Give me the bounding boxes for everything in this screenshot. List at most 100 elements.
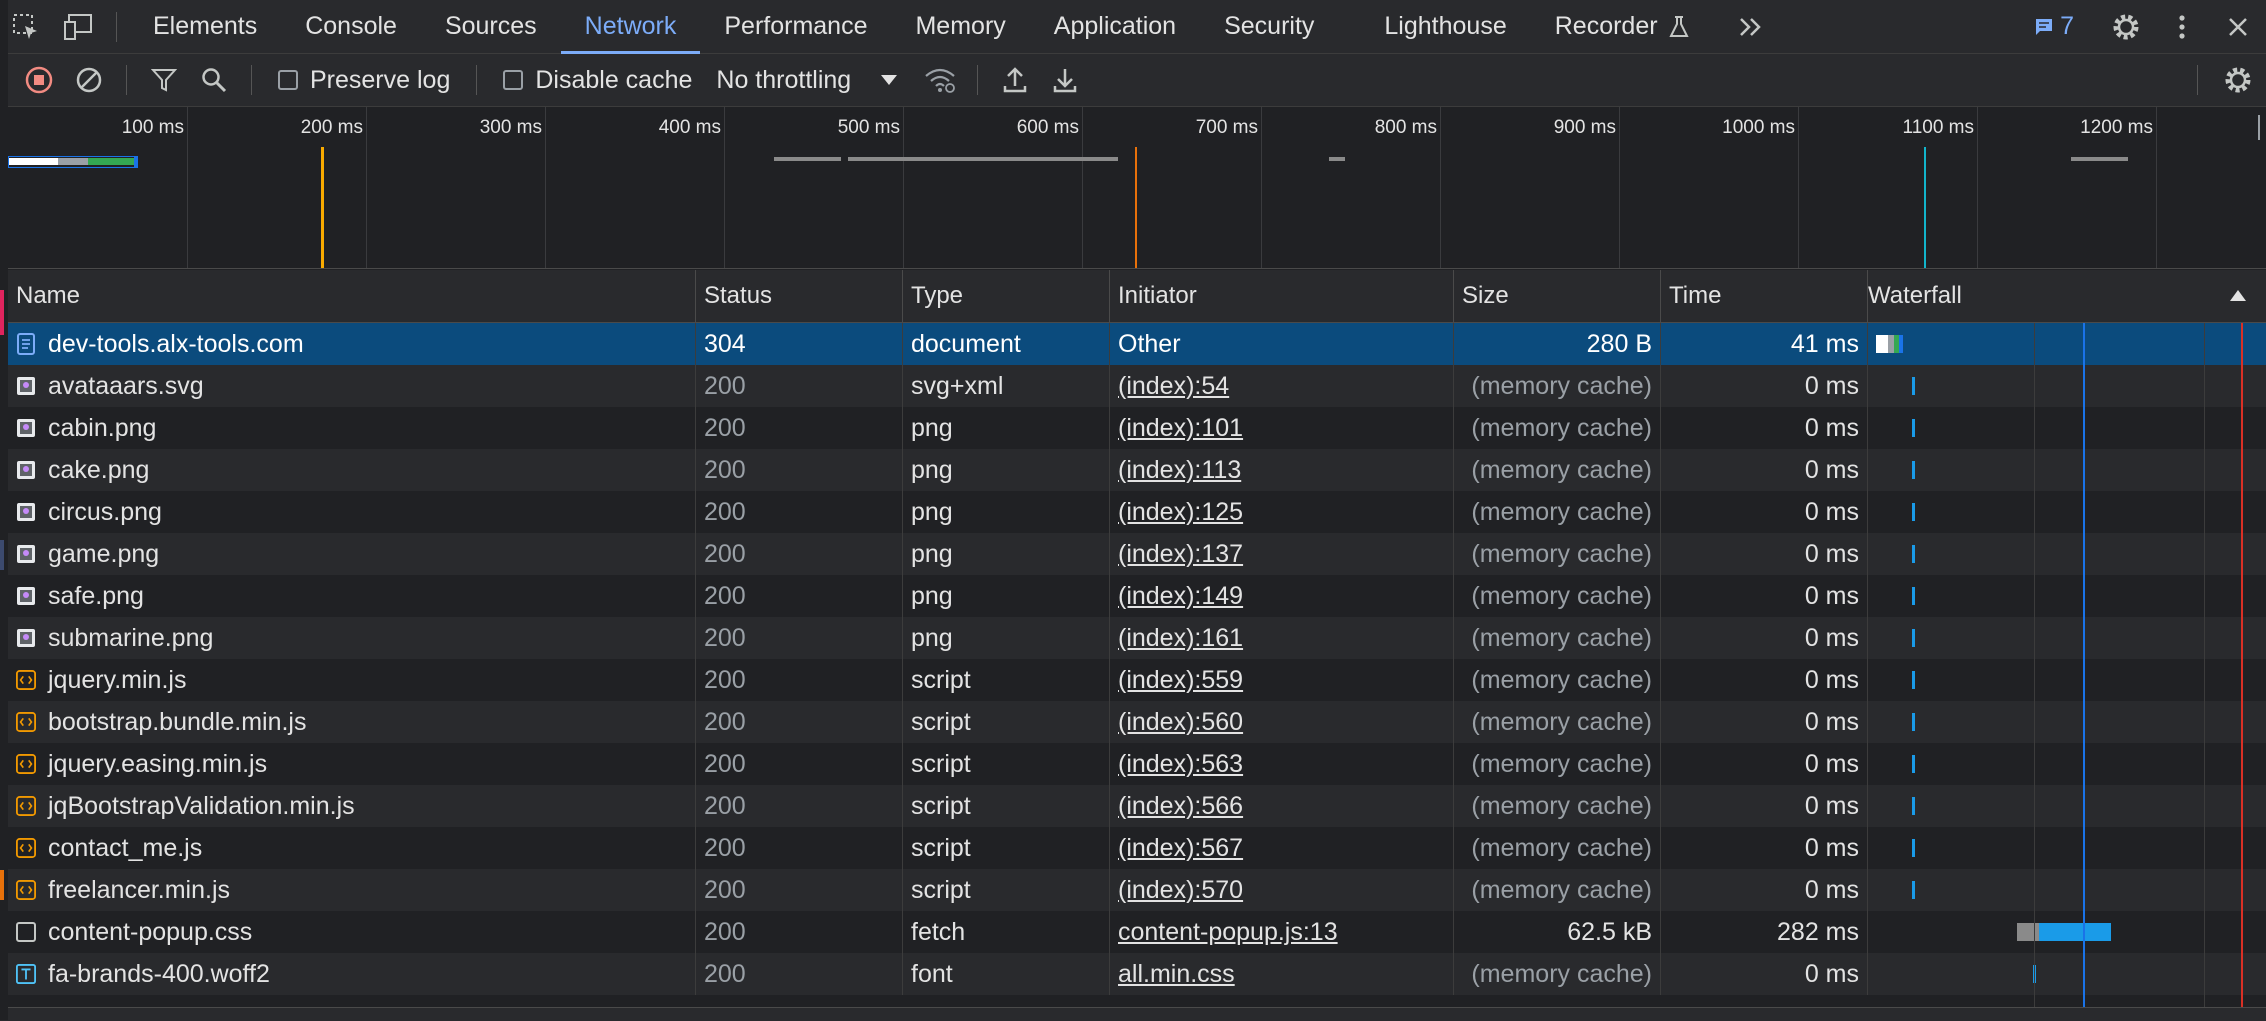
column-header-waterfall[interactable]: Waterfall bbox=[1868, 270, 2266, 322]
preserve-log-box[interactable] bbox=[278, 70, 298, 90]
more-tabs-icon[interactable] bbox=[1714, 0, 1788, 53]
column-header-initiator[interactable]: Initiator bbox=[1110, 270, 1454, 322]
cell-waterfall[interactable] bbox=[1868, 953, 2266, 995]
cell-name[interactable]: game.png bbox=[8, 533, 696, 575]
cell-waterfall[interactable] bbox=[1868, 785, 2266, 827]
initiator-link[interactable]: all.min.css bbox=[1118, 960, 1235, 989]
tab-memory[interactable]: Memory bbox=[891, 0, 1029, 53]
request-row[interactable]: jquery.easing.min.js 200 script (index):563… bbox=[8, 743, 2266, 785]
cell-waterfall[interactable] bbox=[1868, 323, 2266, 365]
request-row[interactable]: bootstrap.bundle.min.js 200 script (index):… bbox=[8, 701, 2266, 743]
request-row[interactable]: submarine.png 200 png (index):161 (memory ca… bbox=[8, 617, 2266, 659]
cell-name[interactable]: jqBootstrapValidation.min.js bbox=[8, 785, 696, 827]
close-icon[interactable] bbox=[2210, 0, 2266, 53]
request-row[interactable]: cabin.png 200 png (index):101 (memory cache)… bbox=[8, 407, 2266, 449]
export-har-icon[interactable] bbox=[1040, 54, 1090, 106]
initiator-link[interactable]: content-popup.js:13 bbox=[1118, 918, 1338, 947]
cell-name[interactable]: dev-tools.alx-tools.com bbox=[8, 323, 696, 365]
cell-name[interactable]: circus.png bbox=[8, 491, 696, 533]
initiator-link[interactable]: (index):560 bbox=[1118, 708, 1243, 737]
initiator-link[interactable]: (index):101 bbox=[1118, 414, 1243, 443]
request-row[interactable]: jqBootstrapValidation.min.js 200 script (in… bbox=[8, 785, 2266, 827]
request-row[interactable]: circus.png 200 png (index):125 (memory cache… bbox=[8, 491, 2266, 533]
cell-waterfall[interactable] bbox=[1868, 617, 2266, 659]
cell-name[interactable]: safe.png bbox=[8, 575, 696, 617]
tab-console[interactable]: Console bbox=[281, 0, 421, 53]
initiator-link[interactable]: (index):570 bbox=[1118, 876, 1243, 905]
tab-sources[interactable]: Sources bbox=[421, 0, 561, 53]
initiator-link[interactable]: (index):567 bbox=[1118, 834, 1243, 863]
initiator-link[interactable]: (index):559 bbox=[1118, 666, 1243, 695]
import-har-icon[interactable] bbox=[990, 54, 1040, 106]
more-options-icon[interactable] bbox=[2154, 0, 2210, 53]
column-header-size[interactable]: Size bbox=[1454, 270, 1661, 322]
initiator-link[interactable]: (index):161 bbox=[1118, 624, 1243, 653]
initiator-link[interactable]: (index):137 bbox=[1118, 540, 1243, 569]
cell-waterfall[interactable] bbox=[1868, 575, 2266, 617]
cell-name[interactable]: content-popup.css bbox=[8, 911, 696, 953]
filter-icon[interactable] bbox=[139, 54, 189, 106]
tab-lighthouse[interactable]: Lighthouse bbox=[1338, 0, 1530, 53]
tab-security[interactable]: Security bbox=[1200, 0, 1338, 53]
column-header-time[interactable]: Time bbox=[1661, 270, 1868, 322]
disable-cache-box[interactable] bbox=[503, 70, 524, 90]
cell-waterfall[interactable] bbox=[1868, 659, 2266, 701]
request-row[interactable]: fa-brands-400.woff2 200 font all.min.css (me… bbox=[8, 953, 2266, 995]
cell-name[interactable]: jquery.easing.min.js bbox=[8, 743, 696, 785]
cell-waterfall[interactable] bbox=[1868, 533, 2266, 575]
cell-name[interactable]: contact_me.js bbox=[8, 827, 696, 869]
cell-name[interactable]: submarine.png bbox=[8, 617, 696, 659]
settings-gear-icon[interactable] bbox=[2098, 0, 2154, 53]
disable-cache-checkbox[interactable]: Disable cache bbox=[489, 66, 706, 95]
request-row[interactable]: jquery.min.js 200 script (index):559 (memory… bbox=[8, 659, 2266, 701]
network-overview[interactable]: 100 ms 200 ms 300 ms 400 ms 500 ms 600 m… bbox=[8, 107, 2266, 269]
cell-name[interactable]: bootstrap.bundle.min.js bbox=[8, 701, 696, 743]
cell-name[interactable]: avataaars.svg bbox=[8, 365, 696, 407]
initiator-link[interactable]: (index):149 bbox=[1118, 582, 1243, 611]
tab-performance[interactable]: Performance bbox=[700, 0, 891, 53]
cell-name[interactable]: cake.png bbox=[8, 449, 696, 491]
cell-waterfall[interactable] bbox=[1868, 911, 2266, 953]
cell-waterfall[interactable] bbox=[1868, 827, 2266, 869]
throttling-select[interactable]: No throttling bbox=[706, 66, 915, 95]
request-row[interactable]: freelancer.min.js 200 script (index):570 (me… bbox=[8, 869, 2266, 911]
tab-network[interactable]: Network bbox=[560, 0, 701, 54]
column-header-status[interactable]: Status bbox=[696, 270, 903, 322]
column-header-type[interactable]: Type bbox=[903, 270, 1110, 322]
request-row[interactable]: contact_me.js 200 script (index):567 (memory… bbox=[8, 827, 2266, 869]
cell-waterfall[interactable] bbox=[1868, 701, 2266, 743]
network-settings-icon[interactable] bbox=[2210, 54, 2266, 106]
tab-elements[interactable]: Elements bbox=[129, 0, 281, 53]
request-row[interactable]: avataaars.svg 200 svg+xml (index):54 (memory… bbox=[8, 365, 2266, 407]
cell-name[interactable]: fa-brands-400.woff2 bbox=[8, 953, 696, 995]
device-toolbar-icon[interactable] bbox=[52, 0, 104, 53]
cell-waterfall[interactable] bbox=[1868, 449, 2266, 491]
request-row[interactable]: safe.png 200 png (index):149 (memory cache) 0… bbox=[8, 575, 2266, 617]
clear-icon[interactable] bbox=[64, 54, 114, 106]
initiator-link[interactable]: (index):113 bbox=[1118, 456, 1241, 485]
overview-range-handle[interactable] bbox=[2258, 115, 2260, 140]
initiator-link[interactable]: (index):563 bbox=[1118, 750, 1243, 779]
cell-name[interactable]: cabin.png bbox=[8, 407, 696, 449]
record-stop-icon[interactable] bbox=[14, 54, 64, 106]
initiator-link[interactable]: (index):566 bbox=[1118, 792, 1243, 821]
tab-recorder[interactable]: Recorder bbox=[1531, 0, 1714, 53]
cell-waterfall[interactable] bbox=[1868, 407, 2266, 449]
preserve-log-checkbox[interactable]: Preserve log bbox=[264, 66, 464, 95]
request-row[interactable]: game.png 200 png (index):137 (memory cache) 0… bbox=[8, 533, 2266, 575]
initiator-link[interactable]: (index):125 bbox=[1118, 498, 1243, 527]
cell-waterfall[interactable] bbox=[1868, 869, 2266, 911]
search-icon[interactable] bbox=[189, 54, 239, 106]
request-row[interactable]: content-popup.css 200 fetch content-popup.j… bbox=[8, 911, 2266, 953]
cell-waterfall[interactable] bbox=[1868, 491, 2266, 533]
cell-waterfall[interactable] bbox=[1868, 365, 2266, 407]
request-row[interactable]: cake.png 200 png (index):113 (memory cache) 0… bbox=[8, 449, 2266, 491]
initiator-link[interactable]: (index):54 bbox=[1118, 372, 1229, 401]
network-conditions-icon[interactable] bbox=[915, 54, 965, 106]
tab-application[interactable]: Application bbox=[1030, 0, 1200, 53]
cell-name[interactable]: freelancer.min.js bbox=[8, 869, 696, 911]
issues-badge[interactable]: 7 bbox=[2034, 12, 2074, 41]
cell-waterfall[interactable] bbox=[1868, 743, 2266, 785]
column-header-name[interactable]: Name bbox=[8, 270, 696, 322]
cell-name[interactable]: jquery.min.js bbox=[8, 659, 696, 701]
